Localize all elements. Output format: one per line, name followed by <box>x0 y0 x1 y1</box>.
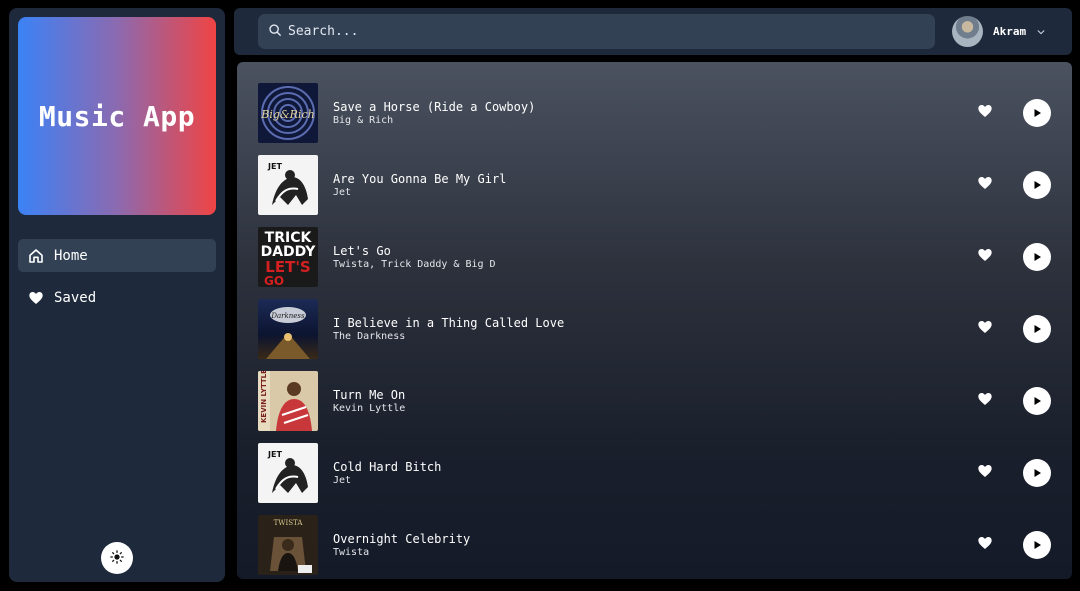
track-row[interactable]: TWISTA Overnight Celebrity Twista <box>237 515 1072 577</box>
heart-icon <box>977 535 993 555</box>
album-cover: JET <box>258 443 318 503</box>
heart-icon <box>977 103 993 123</box>
play-icon <box>1031 104 1043 123</box>
album-cover: TRICK DADDY LET'S GO <box>258 227 318 287</box>
user-name: Akram <box>993 25 1027 38</box>
heart-icon <box>977 319 993 339</box>
album-cover: TWISTA <box>258 515 318 575</box>
track-row[interactable]: JET Cold Hard Bitch Jet <box>237 443 1072 505</box>
sidebar-item-label: Saved <box>54 289 97 306</box>
sidebar-item-home[interactable]: Home <box>18 239 216 272</box>
avatar <box>952 16 983 47</box>
top-bar: Akram <box>234 8 1072 55</box>
play-button[interactable] <box>1023 171 1051 199</box>
svg-text:Big&Rich: Big&Rich <box>260 108 314 121</box>
album-cover: JET <box>258 155 318 215</box>
favorite-button[interactable] <box>976 320 994 338</box>
heart-icon <box>977 247 993 267</box>
track-artist: Jet <box>333 475 352 486</box>
track-row[interactable]: TRICK DADDY LET'S GO Let's Go Twista, Tr… <box>237 227 1072 289</box>
play-button[interactable] <box>1023 99 1051 127</box>
track-artist: The Darkness <box>333 331 406 342</box>
svg-text:KEVIN LYTTLE: KEVIN LYTTLE <box>260 371 268 423</box>
app-logo: Music App <box>18 17 216 215</box>
search-input[interactable] <box>288 24 908 39</box>
track-artist: Kevin Lyttle <box>333 403 406 414</box>
sidebar-item-label: Home <box>54 247 88 264</box>
chevron-down-icon <box>1036 22 1046 41</box>
sidebar-item-saved[interactable]: Saved <box>18 281 216 314</box>
play-icon <box>1031 392 1043 411</box>
heart-icon <box>977 463 993 483</box>
track-list: Big&Rich Save a Horse (Ride a Cowboy) Bi… <box>237 62 1072 579</box>
user-menu[interactable]: Akram <box>952 16 1046 47</box>
heart-icon <box>28 290 44 306</box>
svg-text:GO: GO <box>264 274 284 287</box>
track-title: Are You Gonna Be My Girl <box>333 172 507 186</box>
album-cover: KEVIN LYTTLE <box>258 371 318 431</box>
play-button[interactable] <box>1023 459 1051 487</box>
track-artist: Big & Rich <box>333 115 394 126</box>
track-title: Cold Hard Bitch <box>333 460 442 474</box>
track-title: Turn Me On <box>333 388 406 402</box>
svg-text:Darkness: Darkness <box>270 312 305 320</box>
sidebar: Music App Home Saved <box>9 8 225 582</box>
track-row[interactable]: Big&Rich Save a Horse (Ride a Cowboy) Bi… <box>237 83 1072 145</box>
favorite-button[interactable] <box>976 176 994 194</box>
favorite-button[interactable] <box>976 392 994 410</box>
svg-text:JET: JET <box>267 162 282 171</box>
app-title: Music App <box>38 99 196 133</box>
heart-icon <box>977 175 993 195</box>
track-row[interactable]: Darkness I Believe in a Thing Called Lov… <box>237 299 1072 361</box>
play-icon <box>1031 176 1043 195</box>
play-icon <box>1031 464 1043 483</box>
track-title: Let's Go <box>333 244 391 258</box>
play-icon <box>1031 536 1043 555</box>
track-row[interactable]: KEVIN LYTTLE Turn Me On Kevin Lyttle <box>237 371 1072 433</box>
track-artist: Jet <box>333 187 352 198</box>
play-button[interactable] <box>1023 531 1051 559</box>
track-artist: Twista, Trick Daddy & Big D <box>333 259 496 270</box>
svg-text:TWISTA: TWISTA <box>274 519 304 527</box>
album-cover: Darkness <box>258 299 318 359</box>
favorite-button[interactable] <box>976 536 994 554</box>
play-button[interactable] <box>1023 387 1051 415</box>
sun-icon <box>110 549 124 568</box>
track-title: I Believe in a Thing Called Love <box>333 316 565 330</box>
home-icon <box>28 248 44 264</box>
album-cover: Big&Rich <box>258 83 318 143</box>
theme-toggle-button[interactable] <box>101 542 133 574</box>
favorite-button[interactable] <box>976 248 994 266</box>
play-icon <box>1031 320 1043 339</box>
play-icon <box>1031 248 1043 267</box>
favorite-button[interactable] <box>976 464 994 482</box>
play-button[interactable] <box>1023 243 1051 271</box>
svg-text:JET: JET <box>267 450 282 459</box>
track-artist: Twista <box>333 547 370 558</box>
heart-icon <box>977 391 993 411</box>
favorite-button[interactable] <box>976 104 994 122</box>
track-title: Save a Horse (Ride a Cowboy) <box>333 100 536 114</box>
track-row[interactable]: JET Are You Gonna Be My Girl Jet <box>237 155 1072 217</box>
search-icon <box>268 22 282 41</box>
track-title: Overnight Celebrity <box>333 532 471 546</box>
play-button[interactable] <box>1023 315 1051 343</box>
search-bar[interactable] <box>258 14 935 49</box>
